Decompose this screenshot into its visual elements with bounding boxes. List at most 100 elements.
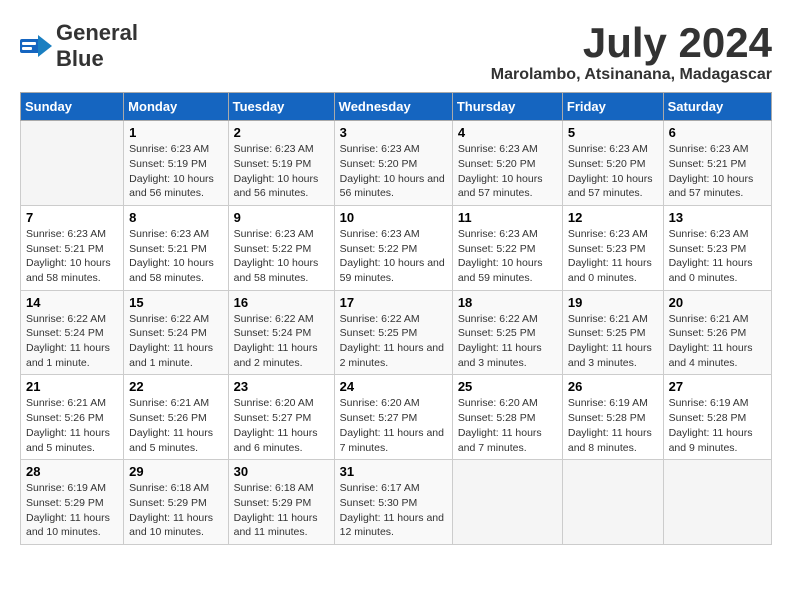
day-number: 24 bbox=[340, 379, 447, 394]
day-number: 15 bbox=[129, 295, 222, 310]
calendar-cell: 8 Sunrise: 6:23 AMSunset: 5:21 PMDaylight… bbox=[124, 205, 228, 290]
day-number: 27 bbox=[669, 379, 766, 394]
calendar-cell: 3 Sunrise: 6:23 AMSunset: 5:20 PMDaylight… bbox=[334, 121, 452, 206]
calendar-cell: 13Sunrise: 6:23 AMSunset: 5:23 PMDayligh… bbox=[663, 205, 771, 290]
cell-info: Sunrise: 6:23 AMSunset: 5:21 PMDaylight:… bbox=[669, 142, 766, 201]
cell-info: Sunrise: 6:20 AMSunset: 5:28 PMDaylight:… bbox=[458, 396, 557, 455]
day-number: 1 bbox=[129, 125, 222, 140]
day-number: 25 bbox=[458, 379, 557, 394]
cell-info: Sunrise: 6:23 AMSunset: 5:20 PMDaylight:… bbox=[458, 142, 557, 201]
title-section: July 2024 Marolambo, Atsinanana, Madagas… bbox=[491, 20, 772, 84]
calendar-cell: 27Sunrise: 6:19 AMSunset: 5:28 PMDayligh… bbox=[663, 375, 771, 460]
day-number: 13 bbox=[669, 210, 766, 225]
cell-info: Sunrise: 6:23 AMSunset: 5:20 PMDaylight:… bbox=[568, 142, 658, 201]
weekday-header-wednesday: Wednesday bbox=[334, 93, 452, 121]
weekday-header-saturday: Saturday bbox=[663, 93, 771, 121]
logo-blue: Blue bbox=[56, 46, 104, 71]
day-number: 21 bbox=[26, 379, 118, 394]
weekday-header-friday: Friday bbox=[562, 93, 663, 121]
calendar-cell bbox=[21, 121, 124, 206]
calendar-cell: 2Sunrise: 6:23 AMSunset: 5:19 PMDaylight… bbox=[228, 121, 334, 206]
calendar-table: SundayMondayTuesdayWednesdayThursdayFrid… bbox=[20, 92, 772, 545]
day-number: 3 bbox=[340, 125, 447, 140]
calendar-week-row: 21 Sunrise: 6:21 AMSunset: 5:26 PMDayligh… bbox=[21, 375, 772, 460]
calendar-cell: 10Sunrise: 6:23 AMSunset: 5:22 PMDayligh… bbox=[334, 205, 452, 290]
cell-info: Sunrise: 6:21 AMSunset: 5:26 PMDaylight:… bbox=[129, 396, 222, 455]
cell-info: Sunrise: 6:20 AMSunset: 5:27 PMDaylight:… bbox=[340, 396, 447, 455]
cell-info: Sunrise: 6:23 AMSunset: 5:19 PMDaylight:… bbox=[129, 142, 222, 201]
calendar-cell: 23 Sunrise: 6:20 AMSunset: 5:27 PMDayligh… bbox=[228, 375, 334, 460]
calendar-cell: 9 Sunrise: 6:23 AMSunset: 5:22 PMDaylight… bbox=[228, 205, 334, 290]
day-number: 11 bbox=[458, 210, 557, 225]
day-number: 7 bbox=[26, 210, 118, 225]
day-number: 17 bbox=[340, 295, 447, 310]
calendar-cell: 11 Sunrise: 6:23 AMSunset: 5:22 PMDayligh… bbox=[452, 205, 562, 290]
day-number: 12 bbox=[568, 210, 658, 225]
calendar-cell: 20Sunrise: 6:21 AMSunset: 5:26 PMDayligh… bbox=[663, 290, 771, 375]
calendar-week-row: 28 Sunrise: 6:19 AMSunset: 5:29 PMDayligh… bbox=[21, 460, 772, 545]
calendar-cell bbox=[562, 460, 663, 545]
day-number: 16 bbox=[234, 295, 329, 310]
calendar-cell: 14Sunrise: 6:22 AMSunset: 5:24 PMDayligh… bbox=[21, 290, 124, 375]
cell-info: Sunrise: 6:22 AMSunset: 5:24 PMDaylight:… bbox=[234, 312, 329, 371]
calendar-cell: 22 Sunrise: 6:21 AMSunset: 5:26 PMDayligh… bbox=[124, 375, 228, 460]
calendar-cell: 28 Sunrise: 6:19 AMSunset: 5:29 PMDayligh… bbox=[21, 460, 124, 545]
cell-info: Sunrise: 6:23 AMSunset: 5:22 PMDaylight:… bbox=[458, 227, 557, 286]
weekday-header-row: SundayMondayTuesdayWednesdayThursdayFrid… bbox=[21, 93, 772, 121]
cell-info: Sunrise: 6:23 AMSunset: 5:22 PMDaylight:… bbox=[234, 227, 329, 286]
calendar-cell: 12 Sunrise: 6:23 AMSunset: 5:23 PMDayligh… bbox=[562, 205, 663, 290]
calendar-cell: 16 Sunrise: 6:22 AMSunset: 5:24 PMDayligh… bbox=[228, 290, 334, 375]
calendar-cell: 26 Sunrise: 6:19 AMSunset: 5:28 PMDayligh… bbox=[562, 375, 663, 460]
logo-general: General bbox=[56, 20, 138, 45]
day-number: 9 bbox=[234, 210, 329, 225]
cell-info: Sunrise: 6:21 AMSunset: 5:26 PMDaylight:… bbox=[669, 312, 766, 371]
cell-info: Sunrise: 6:23 AMSunset: 5:21 PMDaylight:… bbox=[129, 227, 222, 286]
day-number: 8 bbox=[129, 210, 222, 225]
logo-icon bbox=[20, 35, 52, 57]
day-number: 22 bbox=[129, 379, 222, 394]
cell-info: Sunrise: 6:19 AMSunset: 5:29 PMDaylight:… bbox=[26, 481, 118, 540]
logo: General Blue bbox=[20, 20, 138, 72]
cell-info: Sunrise: 6:19 AMSunset: 5:28 PMDaylight:… bbox=[568, 396, 658, 455]
cell-info: Sunrise: 6:22 AMSunset: 5:25 PMDaylight:… bbox=[458, 312, 557, 371]
day-number: 18 bbox=[458, 295, 557, 310]
calendar-cell bbox=[452, 460, 562, 545]
day-number: 19 bbox=[568, 295, 658, 310]
calendar-cell: 1 Sunrise: 6:23 AMSunset: 5:19 PMDaylight… bbox=[124, 121, 228, 206]
calendar-cell: 17Sunrise: 6:22 AMSunset: 5:25 PMDayligh… bbox=[334, 290, 452, 375]
cell-info: Sunrise: 6:21 AMSunset: 5:25 PMDaylight:… bbox=[568, 312, 658, 371]
calendar-cell: 24 Sunrise: 6:20 AMSunset: 5:27 PMDayligh… bbox=[334, 375, 452, 460]
day-number: 26 bbox=[568, 379, 658, 394]
calendar-cell: 6 Sunrise: 6:23 AMSunset: 5:21 PMDaylight… bbox=[663, 121, 771, 206]
calendar-week-row: 1 Sunrise: 6:23 AMSunset: 5:19 PMDaylight… bbox=[21, 121, 772, 206]
location-subtitle: Marolambo, Atsinanana, Madagascar bbox=[491, 66, 772, 84]
day-number: 10 bbox=[340, 210, 447, 225]
day-number: 5 bbox=[568, 125, 658, 140]
cell-info: Sunrise: 6:21 AMSunset: 5:26 PMDaylight:… bbox=[26, 396, 118, 455]
calendar-cell: 5 Sunrise: 6:23 AMSunset: 5:20 PMDaylight… bbox=[562, 121, 663, 206]
day-number: 14 bbox=[26, 295, 118, 310]
cell-info: Sunrise: 6:23 AMSunset: 5:23 PMDaylight:… bbox=[568, 227, 658, 286]
calendar-cell: 7Sunrise: 6:23 AMSunset: 5:21 PMDaylight… bbox=[21, 205, 124, 290]
calendar-cell: 4Sunrise: 6:23 AMSunset: 5:20 PMDaylight… bbox=[452, 121, 562, 206]
cell-info: Sunrise: 6:20 AMSunset: 5:27 PMDaylight:… bbox=[234, 396, 329, 455]
day-number: 6 bbox=[669, 125, 766, 140]
calendar-cell: 29Sunrise: 6:18 AMSunset: 5:29 PMDayligh… bbox=[124, 460, 228, 545]
cell-info: Sunrise: 6:23 AMSunset: 5:20 PMDaylight:… bbox=[340, 142, 447, 201]
calendar-week-row: 14 Sunrise: 6:22 AMSunset: 5:24 PMDayligh… bbox=[21, 290, 772, 375]
cell-info: Sunrise: 6:22 AMSunset: 5:24 PMDaylight:… bbox=[129, 312, 222, 371]
calendar-cell bbox=[663, 460, 771, 545]
calendar-cell: 21 Sunrise: 6:21 AMSunset: 5:26 PMDayligh… bbox=[21, 375, 124, 460]
cell-info: Sunrise: 6:17 AMSunset: 5:30 PMDaylight:… bbox=[340, 481, 447, 540]
weekday-header-thursday: Thursday bbox=[452, 93, 562, 121]
calendar-week-row: 7 Sunrise: 6:23 AMSunset: 5:21 PMDaylight… bbox=[21, 205, 772, 290]
calendar-cell: 18 Sunrise: 6:22 AMSunset: 5:25 PMDayligh… bbox=[452, 290, 562, 375]
day-number: 31 bbox=[340, 464, 447, 479]
calendar-cell: 25 Sunrise: 6:20 AMSunset: 5:28 PMDayligh… bbox=[452, 375, 562, 460]
cell-info: Sunrise: 6:18 AMSunset: 5:29 PMDaylight:… bbox=[234, 481, 329, 540]
day-number: 28 bbox=[26, 464, 118, 479]
weekday-header-tuesday: Tuesday bbox=[228, 93, 334, 121]
cell-info: Sunrise: 6:23 AMSunset: 5:19 PMDaylight:… bbox=[234, 142, 329, 201]
day-number: 23 bbox=[234, 379, 329, 394]
day-number: 30 bbox=[234, 464, 329, 479]
